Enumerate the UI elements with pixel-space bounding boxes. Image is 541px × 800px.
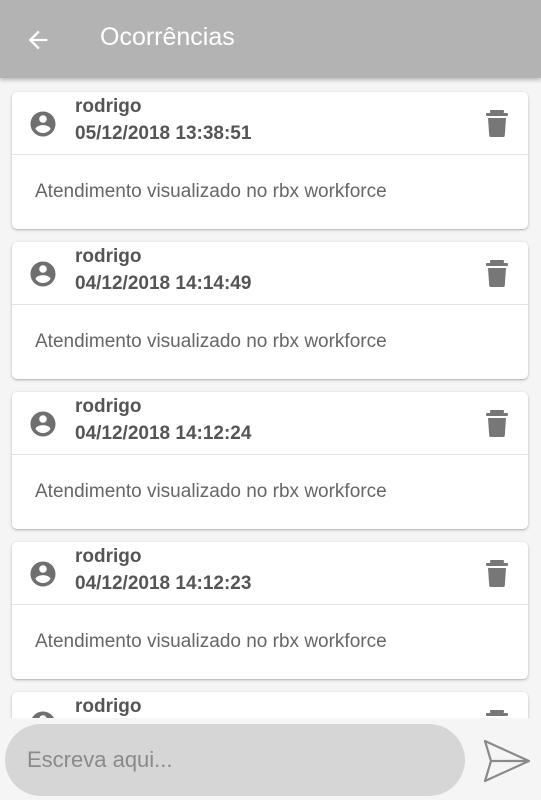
page-title: Ocorrências (100, 23, 235, 51)
occurrence-message: Atendimento visualizado no rbx workforce (35, 331, 387, 352)
occurrence-user: rodrigo (75, 96, 142, 117)
occurrence-header: rodrigo 04/12/2018 14:14:49 (12, 242, 528, 305)
trash-icon[interactable] (486, 559, 508, 587)
occurrence-user: rodrigo (75, 246, 142, 267)
occurrence-card: rodrigo (12, 692, 528, 718)
occurrence-message: Atendimento visualizado no rbx workforce (35, 631, 387, 652)
occurrence-user: rodrigo (75, 396, 142, 417)
account-circle-icon (30, 411, 56, 437)
occurrence-list[interactable]: rodrigo 05/12/2018 13:38:51 Atendimento … (0, 78, 541, 718)
occurrence-card: rodrigo 05/12/2018 13:38:51 Atendimento … (12, 92, 528, 229)
back-button[interactable] (18, 20, 58, 60)
occurrence-card: rodrigo 04/12/2018 14:12:23 Atendimento … (12, 542, 528, 679)
occurrence-message: Atendimento visualizado no rbx workforce (35, 481, 387, 502)
trash-icon[interactable] (486, 409, 508, 437)
message-composer (0, 718, 541, 800)
account-circle-icon (30, 261, 56, 287)
occurrence-card: rodrigo 04/12/2018 14:12:24 Atendimento … (12, 392, 528, 529)
app-bar: Ocorrências (0, 0, 541, 78)
account-circle-icon (30, 561, 56, 587)
trash-icon[interactable] (486, 259, 508, 287)
occurrence-user: rodrigo (75, 696, 142, 717)
trash-icon[interactable] (486, 709, 508, 718)
occurrence-date: 05/12/2018 13:38:51 (75, 123, 252, 144)
occurrence-header: rodrigo 04/12/2018 14:12:23 (12, 542, 528, 605)
trash-icon[interactable] (486, 109, 508, 137)
occurrence-header: rodrigo 04/12/2018 14:12:24 (12, 392, 528, 455)
message-input[interactable] (5, 724, 465, 796)
occurrence-message: Atendimento visualizado no rbx workforce (35, 181, 387, 202)
occurrence-header: rodrigo 05/12/2018 13:38:51 (12, 92, 528, 155)
account-circle-icon (32, 711, 54, 718)
arrow-left-icon (28, 30, 48, 50)
account-circle-icon (30, 111, 56, 137)
occurrence-date: 04/12/2018 14:14:49 (75, 273, 252, 294)
occurrence-card: rodrigo 04/12/2018 14:14:49 Atendimento … (12, 242, 528, 379)
occurrence-date: 04/12/2018 14:12:23 (75, 573, 252, 594)
occurrence-date: 04/12/2018 14:12:24 (75, 423, 252, 444)
send-icon[interactable] (482, 738, 532, 784)
occurrence-user: rodrigo (75, 546, 142, 567)
occurrence-header: rodrigo (12, 692, 528, 718)
